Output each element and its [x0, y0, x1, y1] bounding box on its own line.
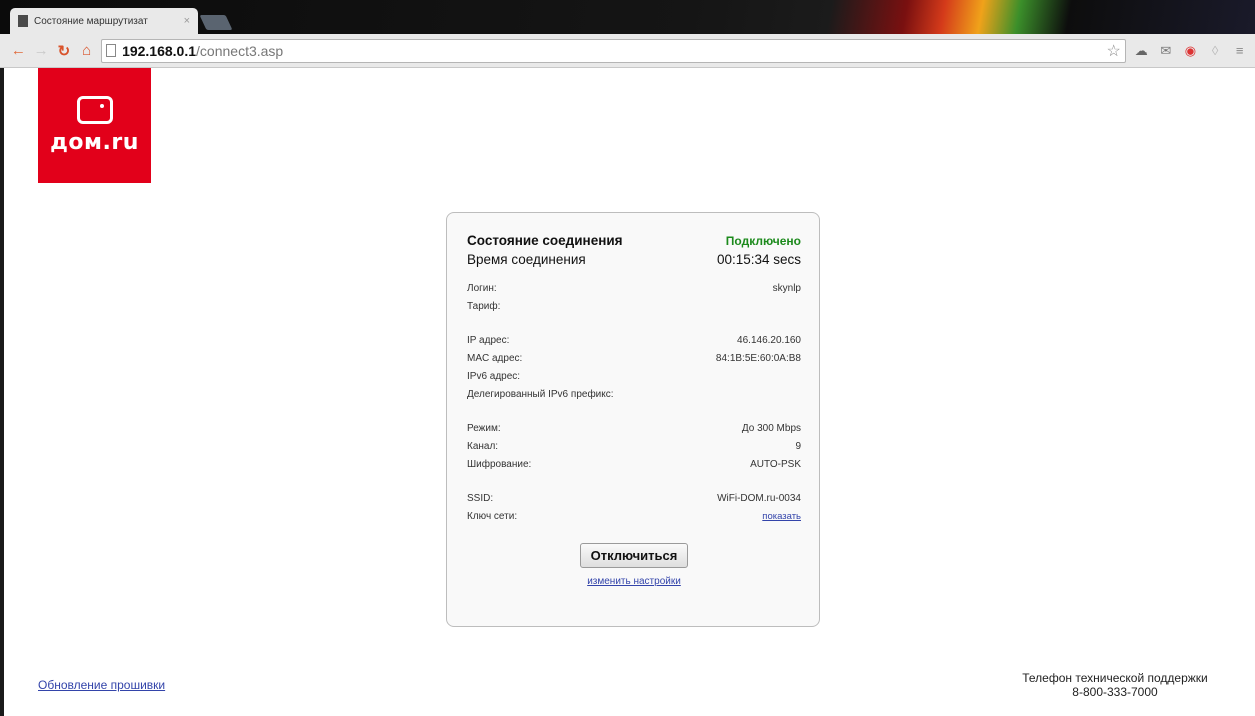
firmware-update-link[interactable]: Обновление прошивки — [38, 678, 165, 692]
tv-screen-icon — [76, 96, 113, 124]
bookmark-star-icon[interactable]: ☆ — [1107, 41, 1121, 61]
ipv6-label: IPv6 адрес: — [467, 371, 521, 382]
browser-tabstrip: Состояние маршрутизат × — [0, 0, 1255, 34]
support-phone: 8-800-333-7000 — [1072, 685, 1158, 699]
home-icon[interactable]: ⌂ — [78, 42, 95, 60]
ssid-value: WiFi-DOM.ru-0034 — [717, 493, 801, 504]
new-tab-button[interactable] — [199, 15, 233, 30]
mac-value: 84:1B:5E:60:0A:B8 — [715, 353, 801, 364]
mail-extension-icon[interactable]: ✉ — [1157, 41, 1176, 61]
network-key-row: Ключ сети: показать — [467, 511, 801, 529]
url-text: 192.168.0.1 /connect3.asp — [122, 43, 283, 59]
mac-row: MAC адрес: 84:1B:5E:60:0A:B8 — [467, 353, 801, 371]
reload-icon[interactable]: ↻ — [56, 42, 73, 60]
record-extension-icon[interactable]: ◉ — [1181, 41, 1200, 61]
channel-row: Канал: 9 — [467, 441, 801, 459]
change-settings-link[interactable]: изменить настройки — [587, 576, 681, 587]
tab-close-icon[interactable]: × — [184, 15, 190, 27]
forward-arrow-icon[interactable]: → — [33, 42, 50, 60]
mode-value: До 300 Mbps — [741, 423, 801, 434]
connection-time-label: Время соединения — [467, 252, 586, 267]
encryption-label: Шифрование: — [467, 459, 532, 470]
ipv6-prefix-label: Делегированный IPv6 префикс: — [467, 389, 614, 400]
mode-row: Режим: До 300 Mbps — [467, 423, 801, 441]
channel-label: Канал: — [467, 441, 499, 452]
support-info: Телефон технической поддержки 8-800-333-… — [1000, 671, 1230, 699]
page-favicon-icon — [18, 15, 28, 27]
ipv6-row: IPv6 адрес: — [467, 371, 801, 389]
encryption-row: Шифрование: AUTO-PSK — [467, 459, 801, 477]
channel-value: 9 — [795, 441, 801, 452]
ssid-label: SSID: — [467, 493, 494, 504]
logo-text: дом.ru — [50, 130, 139, 155]
encryption-value: AUTO-PSK — [750, 459, 801, 470]
network-key-label: Ключ сети: — [467, 511, 518, 522]
browser-toolbar: ← → ↻ ⌂ 192.168.0.1 /connect3.asp ☆ ☁ ✉ … — [0, 34, 1255, 68]
tariff-label: Тариф: — [467, 301, 501, 312]
window-left-edge — [0, 68, 4, 716]
dom-ru-logo: дом.ru — [38, 68, 151, 183]
connection-state-label: Состояние соединения — [467, 233, 623, 248]
mode-label: Режим: — [467, 423, 501, 434]
browser-tab[interactable]: Состояние маршрутизат × — [10, 8, 198, 34]
login-label: Логин: — [467, 283, 497, 294]
connection-state-value: Подключено — [725, 234, 801, 248]
connection-time-row: Время соединения 00:15:34 secs — [467, 252, 801, 267]
address-bar[interactable]: 192.168.0.1 /connect3.asp ☆ — [101, 38, 1126, 63]
ssid-row: SSID: WiFi-DOM.ru-0034 — [467, 493, 801, 511]
code-extension-icon[interactable]: ◊ — [1206, 41, 1225, 61]
login-value: skynlp — [772, 283, 801, 294]
connection-state-row: Состояние соединения Подключено — [467, 233, 801, 248]
connection-status-card: Состояние соединения Подключено Время со… — [446, 212, 820, 627]
menu-icon[interactable]: ≡ — [1230, 41, 1249, 61]
ipv6-prefix-row: Делегированный IPv6 префикс: — [467, 389, 801, 407]
page-icon — [106, 44, 117, 57]
ip-row: IP адрес: 46.146.20.160 — [467, 335, 801, 353]
url-path: /connect3.asp — [196, 42, 284, 59]
mac-label: MAC адрес: — [467, 353, 523, 364]
ip-value: 46.146.20.160 — [737, 335, 801, 346]
connection-time-value: 00:15:34 secs — [716, 252, 801, 267]
login-row: Логин: skynlp — [467, 283, 801, 301]
url-host: 192.168.0.1 — [122, 42, 197, 59]
cloud-extension-icon[interactable]: ☁ — [1132, 41, 1151, 61]
ip-label: IP адрес: — [467, 335, 510, 346]
support-title: Телефон технической поддержки — [1022, 671, 1208, 685]
show-key-link[interactable]: показать — [762, 511, 801, 522]
tariff-row: Тариф: — [467, 301, 801, 319]
tab-title: Состояние маршрутизат — [34, 15, 148, 27]
back-arrow-icon[interactable]: ← — [10, 42, 27, 60]
disconnect-button[interactable]: Отключиться — [579, 543, 689, 568]
